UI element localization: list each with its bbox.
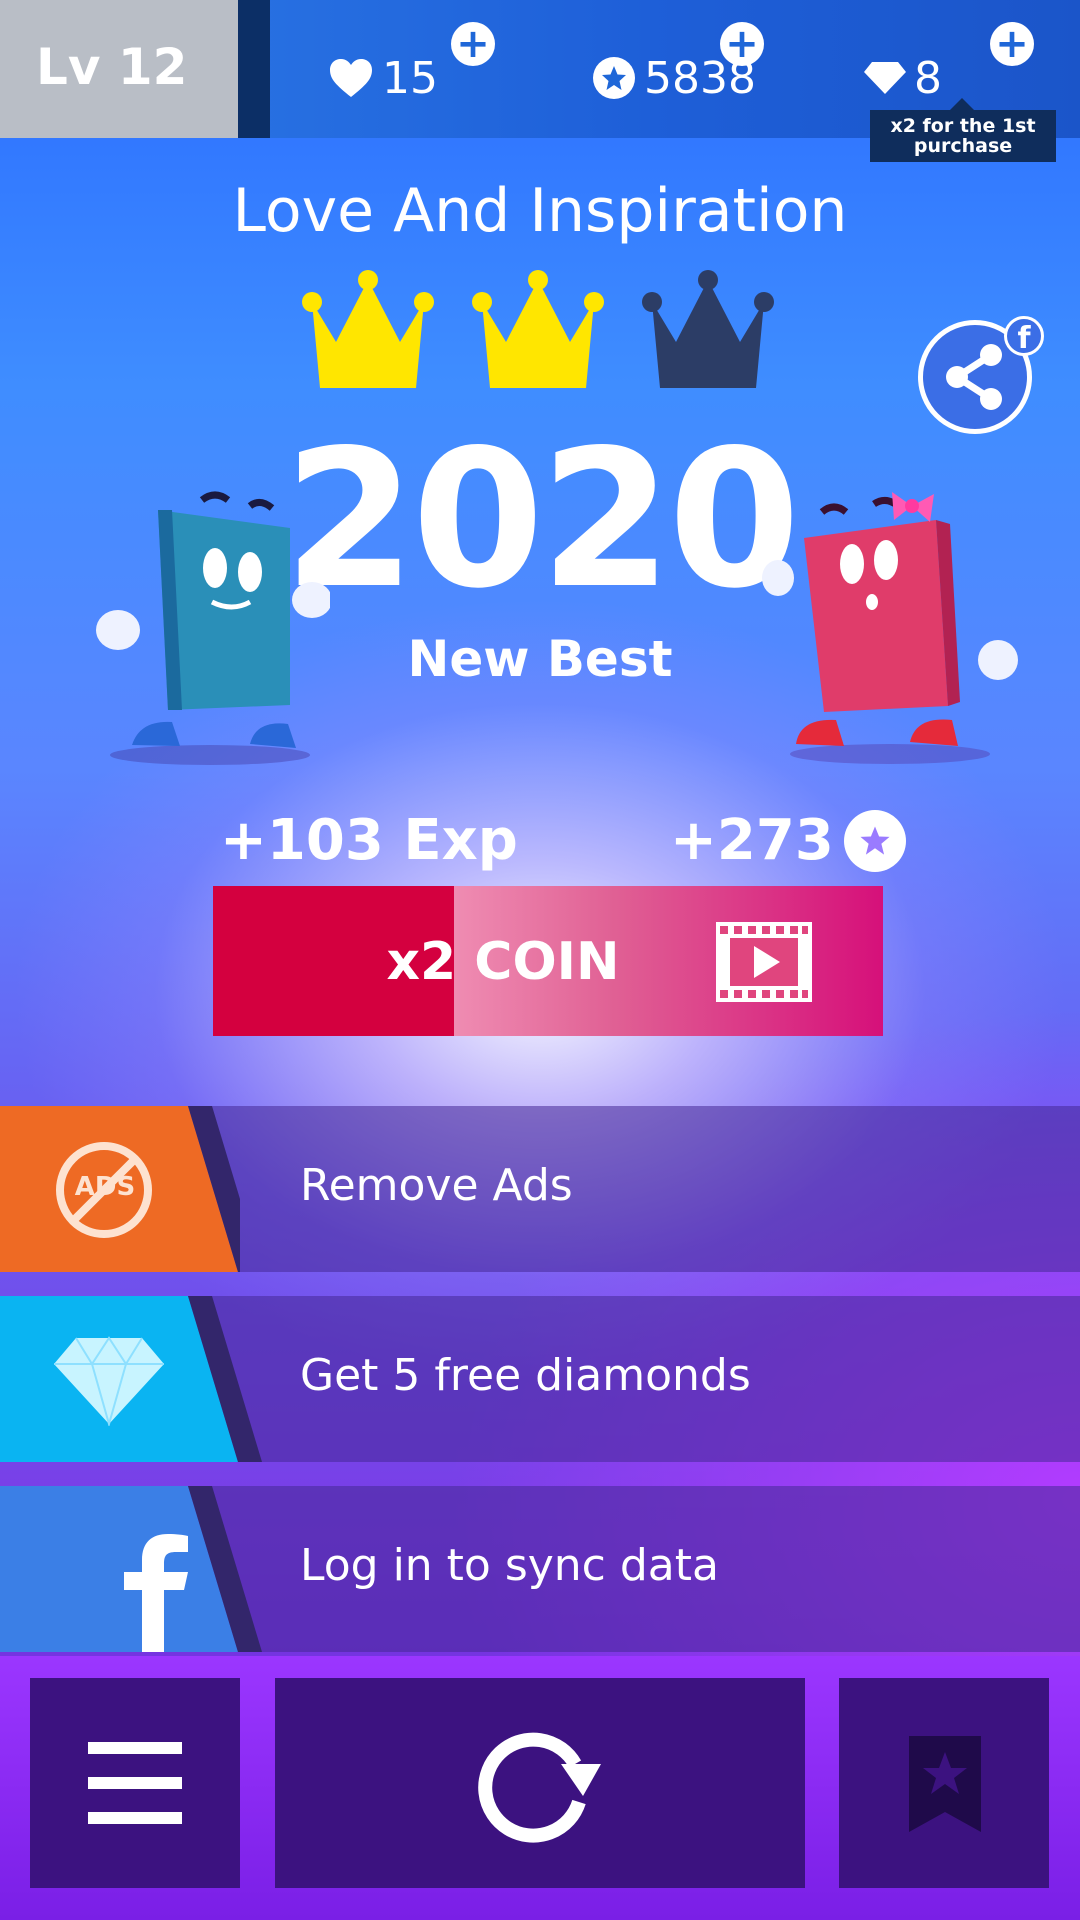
coin-gain: +273 [670,808,906,873]
menu-button[interactable] [30,1678,240,1888]
free-diamonds-label: Get 5 free diamonds [300,1350,751,1401]
add-diamonds-button[interactable]: + [990,22,1034,66]
add-lives-button[interactable]: + [451,22,495,66]
x2-coin-label: x2 COIN [386,932,620,992]
level-label: Lv 12 [36,38,188,96]
diamond-small-icon [864,62,906,94]
star-coin-icon [593,57,635,99]
song-title: Love And Inspiration [232,176,848,246]
lives-counter: 15 [328,48,438,108]
diamonds-counter: 8 [862,48,942,108]
coin-gain-value: +273 [670,808,834,873]
blue-character [96,491,330,765]
replay-icon [478,1732,601,1843]
crown-rating [302,270,774,388]
add-coins-button[interactable]: + [720,22,764,66]
crown-icon-3-empty [642,270,774,388]
diamond-icon [54,1336,164,1426]
purchase-tooltip: x2 for the 1st purchase [870,98,1056,162]
video-film-icon [716,922,812,1002]
login-sync-label: Log in to sync data [300,1540,719,1591]
facebook-icon [124,1534,188,1652]
lives-value: 15 [382,52,438,104]
login-sync-row[interactable]: Log in to sync data [0,1486,1080,1652]
crown-icon-2 [472,270,604,388]
x2-coin-button[interactable]: x2 COIN [213,886,883,1036]
free-diamonds-row[interactable]: Get 5 free diamonds [0,1296,1080,1462]
ads-badge: ADS [74,1172,136,1202]
pink-character [762,492,1018,764]
level-stripe [238,0,270,138]
star-coin-icon [843,809,906,872]
replay-button[interactable] [275,1678,805,1888]
bookmark-star-icon [909,1736,981,1832]
heart-icon [330,59,372,97]
remove-ads-row[interactable]: ADS Remove Ads [0,1106,1080,1272]
remove-ads-label: Remove Ads [300,1160,573,1211]
hamburger-icon [88,1742,182,1824]
crown-icon-1 [302,270,434,388]
exp-gain: +103 Exp [220,808,518,873]
facebook-badge: f [1004,316,1044,356]
bookmark-button[interactable] [839,1678,1049,1888]
diamonds-value: 8 [914,52,942,104]
